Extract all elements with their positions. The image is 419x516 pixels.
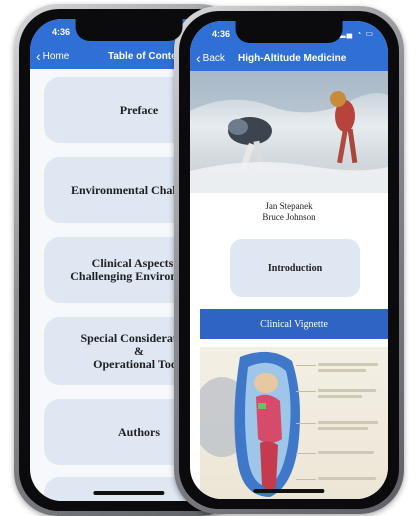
callout-line xyxy=(296,423,316,424)
chapter-authors: Jan Stepanek Bruce Johnson xyxy=(190,201,388,223)
home-indicator[interactable] xyxy=(253,489,325,493)
chapter-screen: 4:36 ▂▄ ◔ ▭ ‹ Back High-Altitude Medicin… xyxy=(190,21,388,499)
callout-text xyxy=(318,369,366,372)
author-name: Jan Stepanek xyxy=(265,201,313,211)
chapter-phone: 4:36 ▂▄ ◔ ▭ ‹ Back High-Altitude Medicin… xyxy=(174,6,404,514)
callout-text xyxy=(318,451,374,454)
status-time: 4:36 xyxy=(52,27,71,37)
callout-text xyxy=(318,389,376,392)
chapter-hero-image xyxy=(190,71,388,193)
callout-text xyxy=(318,363,378,366)
sleeping-bag-illustration xyxy=(200,347,388,499)
status-time: 4:36 xyxy=(212,29,231,39)
back-button[interactable]: ‹ Back xyxy=(196,50,225,66)
nav-bar: ‹ Back High-Altitude Medicine xyxy=(190,47,388,71)
callout-text xyxy=(318,427,368,430)
callout-text xyxy=(318,477,376,480)
callout-text xyxy=(318,395,362,398)
chevron-left-icon: ‹ xyxy=(196,50,201,66)
callout-line xyxy=(296,479,316,480)
back-label: Back xyxy=(202,52,225,64)
introduction-button[interactable]: Introduction xyxy=(230,239,360,297)
callout-line xyxy=(296,453,316,454)
chevron-left-icon: ‹ xyxy=(36,48,41,64)
author-name: Bruce Johnson xyxy=(262,212,316,222)
phone-notch xyxy=(235,21,343,43)
climbers-illustration xyxy=(190,71,388,193)
signal-wifi-battery-icon: ▂▄ ◔ ▭ xyxy=(339,29,374,38)
clinical-vignette-button[interactable]: Clinical Vignette xyxy=(200,309,388,339)
callout-line xyxy=(296,365,316,366)
back-label: Home xyxy=(42,50,70,62)
phone-bezel: 4:36 ▂▄ ◔ ▭ ‹ Back High-Altitude Medicin… xyxy=(179,11,399,509)
phone-notch xyxy=(75,19,183,41)
home-indicator[interactable] xyxy=(93,491,165,495)
callout-line xyxy=(296,391,316,392)
home-back-button[interactable]: ‹ Home xyxy=(36,48,70,64)
callout-text xyxy=(318,421,378,424)
nav-title: High-Altitude Medicine xyxy=(238,53,347,64)
